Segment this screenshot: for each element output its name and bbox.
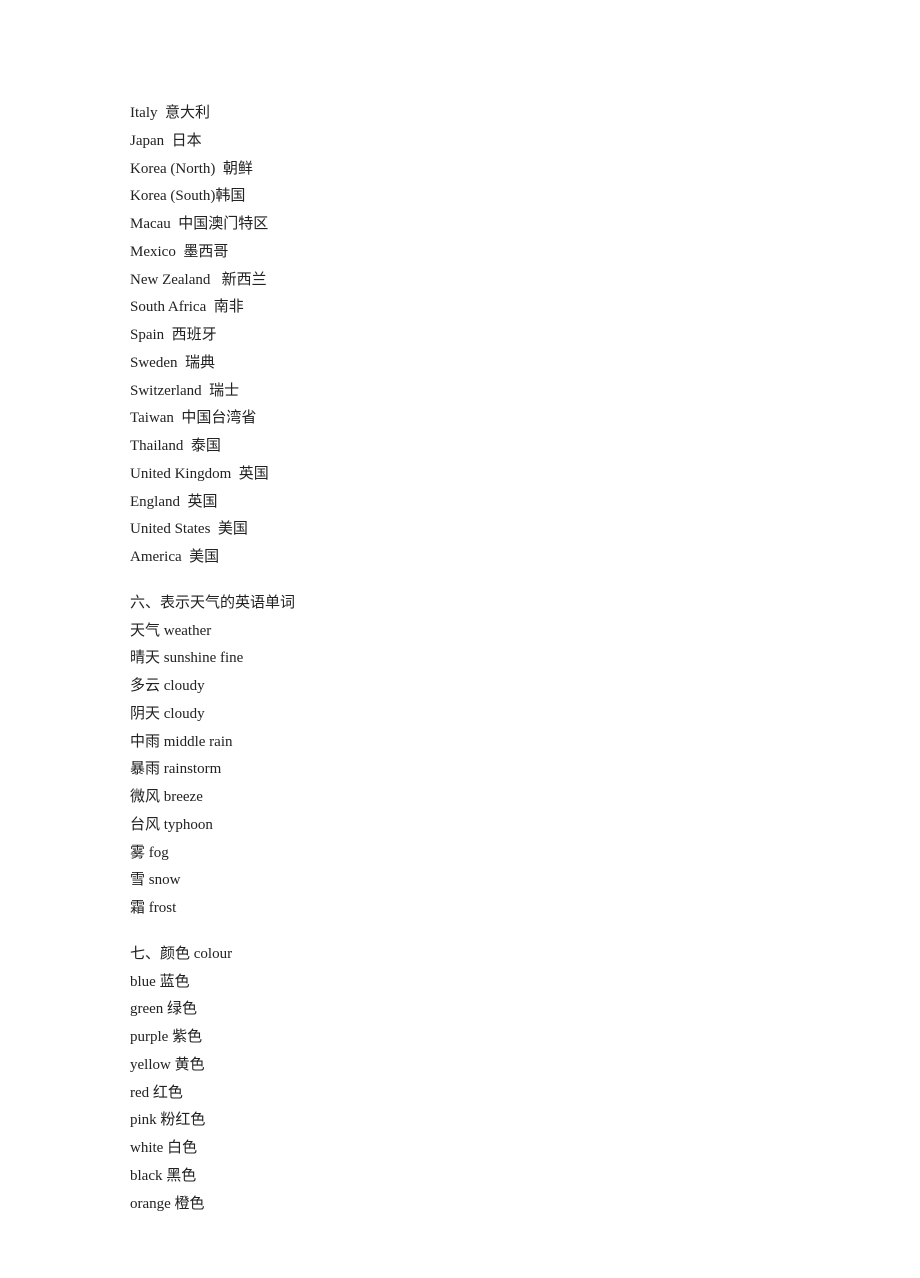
section7: 七、颜色 colourblue 蓝色green 绿色purple 紫色yello… <box>130 941 920 1219</box>
weather-item: 中雨 middle rain <box>130 729 920 757</box>
section7-title: 七、颜色 colour <box>130 941 920 969</box>
country-item: Switzerland 瑞士 <box>130 378 920 406</box>
color-item: white 白色 <box>130 1135 920 1163</box>
country-item: America 美国 <box>130 544 920 572</box>
country-item: United Kingdom 英国 <box>130 461 920 489</box>
weather-item: 多云 cloudy <box>130 673 920 701</box>
weather-item: 天气 weather <box>130 618 920 646</box>
country-item: Sweden 瑞典 <box>130 350 920 378</box>
country-item: Korea (South)韩国 <box>130 183 920 211</box>
color-item: red 红色 <box>130 1080 920 1108</box>
country-item: South Africa 南非 <box>130 294 920 322</box>
country-item: New Zealand 新西兰 <box>130 267 920 295</box>
weather-item: 暴雨 rainstorm <box>130 756 920 784</box>
weather-item: 阴天 cloudy <box>130 701 920 729</box>
color-item: purple 紫色 <box>130 1024 920 1052</box>
color-item: green 绿色 <box>130 996 920 1024</box>
country-item: Italy 意大利 <box>130 100 920 128</box>
country-item: Macau 中国澳门特区 <box>130 211 920 239</box>
weather-item: 霜 frost <box>130 895 920 923</box>
weather-item: 晴天 sunshine fine <box>130 645 920 673</box>
country-item: Mexico 墨西哥 <box>130 239 920 267</box>
country-item: Korea (North) 朝鲜 <box>130 156 920 184</box>
section6: 六、表示天气的英语单词天气 weather晴天 sunshine fine多云 … <box>130 590 920 923</box>
countries-list: Italy 意大利Japan 日本Korea (North) 朝鲜Korea (… <box>130 100 920 572</box>
country-item: United States 美国 <box>130 516 920 544</box>
country-item: Thailand 泰国 <box>130 433 920 461</box>
color-item: pink 粉红色 <box>130 1107 920 1135</box>
weather-item: 台风 typhoon <box>130 812 920 840</box>
country-item: England 英国 <box>130 489 920 517</box>
country-item: Spain 西班牙 <box>130 322 920 350</box>
weather-item: 雪 snow <box>130 867 920 895</box>
color-item: orange 橙色 <box>130 1191 920 1219</box>
color-item: black 黑色 <box>130 1163 920 1191</box>
color-item: blue 蓝色 <box>130 969 920 997</box>
weather-item: 雾 fog <box>130 840 920 868</box>
country-item: Japan 日本 <box>130 128 920 156</box>
country-item: Taiwan 中国台湾省 <box>130 405 920 433</box>
section6-title: 六、表示天气的英语单词 <box>130 590 920 618</box>
weather-item: 微风 breeze <box>130 784 920 812</box>
color-item: yellow 黄色 <box>130 1052 920 1080</box>
